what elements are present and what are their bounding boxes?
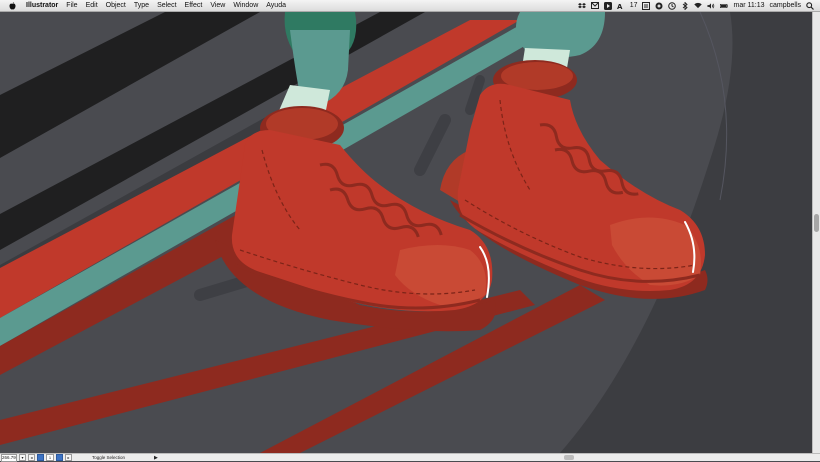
status-menu-arrow-icon[interactable]: ▶ [154,455,158,461]
document-status-bar: 266.79% ▾ ◂ 1 ▸ Toggle Selection ▶ [0,453,820,462]
zoom-dropdown-icon[interactable]: ▾ [19,454,26,461]
menu-file[interactable]: File [62,0,81,11]
menu-edit[interactable]: Edit [82,0,102,11]
time-machine-icon[interactable] [668,1,677,10]
bluetooth-icon[interactable] [681,1,689,10]
volume-icon[interactable] [707,2,715,10]
horizontal-scroll-thumb[interactable] [564,455,574,460]
menu-select[interactable]: Select [153,0,180,11]
menu-object[interactable]: Object [102,0,130,11]
first-artboard-button[interactable]: ◂ [28,454,35,461]
artboard-canvas[interactable] [0,12,812,453]
illustration-artwork [0,12,812,453]
current-tool-label: Toggle Selection [92,455,126,460]
dropbox-icon[interactable] [577,2,586,10]
wifi-icon[interactable] [694,2,703,10]
artboard-number-field[interactable]: 1 [46,454,54,461]
mail-icon[interactable] [590,2,599,10]
menu-clock[interactable]: mar 11:13 [733,2,764,9]
zoom-level-field[interactable]: 266.79% [1,453,17,462]
spotlight-search-icon[interactable] [806,1,814,10]
menu-type[interactable]: Type [130,0,153,11]
notes-icon[interactable] [642,1,651,10]
next-artboard-button[interactable] [56,454,63,461]
menu-user-name[interactable]: campbells [769,2,801,9]
apple-menu-icon[interactable] [8,1,16,10]
menu-bar: Illustrator File Edit Object Type Select… [0,0,820,12]
previous-artboard-button[interactable] [37,454,44,461]
font-size-value: 17 [629,2,638,9]
vertical-scrollbar[interactable] [812,12,820,453]
menu-extras: A 17 mar 11:13 campbells [577,1,820,10]
menu-view[interactable]: View [206,0,229,11]
menu-effect[interactable]: Effect [181,0,207,11]
menu-window[interactable]: Window [229,0,262,11]
menu-app-name[interactable]: Illustrator [22,0,62,11]
vertical-scroll-thumb[interactable] [814,214,819,232]
svg-text:A: A [617,3,623,10]
battery-icon[interactable] [720,2,729,10]
last-artboard-button[interactable]: ▸ [65,454,72,461]
play-icon[interactable] [603,1,612,10]
font-size-icon[interactable]: A [617,2,625,10]
sync-icon[interactable] [655,2,663,10]
menu-help[interactable]: Ayuda [262,0,290,11]
